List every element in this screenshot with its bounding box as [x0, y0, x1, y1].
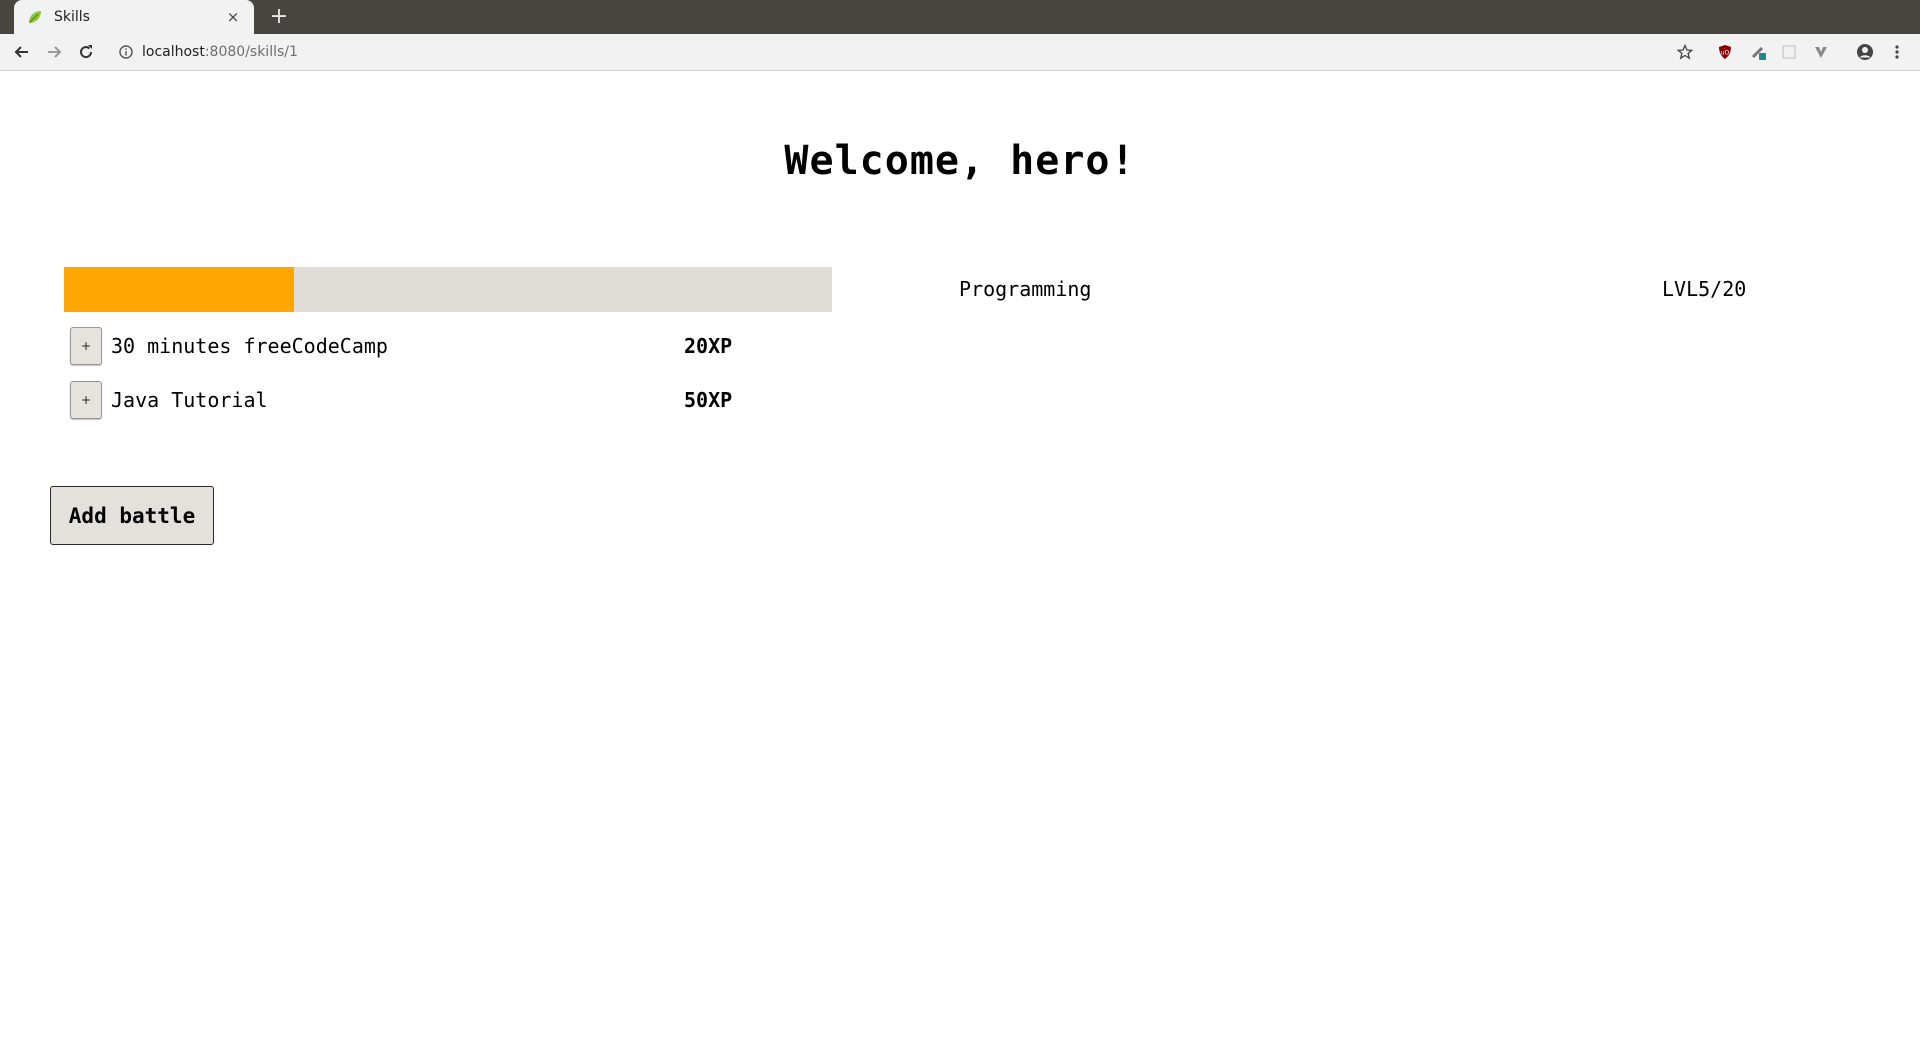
site-info-icon[interactable]	[118, 44, 134, 60]
reload-icon[interactable]	[74, 40, 98, 64]
skill-progress-bar	[64, 267, 832, 312]
url-text: localhost:8080/skills/1	[142, 44, 298, 60]
page-title: Welcome, hero!	[784, 138, 1136, 184]
skill-name: Programming	[959, 277, 1092, 301]
vivaldi-icon[interactable]	[1810, 41, 1832, 63]
star-icon[interactable]	[1674, 41, 1696, 63]
browser-tab[interactable]: Skills ×	[14, 0, 254, 34]
spring-leaf-icon	[26, 8, 44, 26]
back-arrow-icon[interactable]	[10, 40, 34, 64]
add-xp-button[interactable]: +	[70, 381, 102, 419]
add-battle-button[interactable]: Add battle	[50, 486, 214, 545]
new-tab-button[interactable]: +	[266, 4, 292, 30]
skill-row: Programming LVL5/20	[64, 267, 1864, 312]
task-xp: 20XP	[684, 334, 733, 358]
url-host: localhost	[142, 44, 205, 60]
url-path: :8080/skills/1	[204, 44, 298, 60]
ublock-icon[interactable]: uO	[1714, 41, 1736, 63]
extension-icon[interactable]	[1748, 41, 1770, 63]
skill-progress-fill	[64, 267, 295, 312]
extension-icon[interactable]	[1778, 41, 1800, 63]
task-item: + Java Tutorial 50XP	[70, 381, 770, 421]
account-icon[interactable]	[1854, 41, 1876, 63]
task-xp: 50XP	[684, 388, 733, 412]
menu-icon[interactable]	[1886, 41, 1908, 63]
tab-title: Skills	[54, 9, 90, 25]
address-bar[interactable]: localhost:8080/skills/1	[112, 38, 1672, 66]
task-name: 30 minutes freeCodeCamp	[111, 334, 388, 358]
browser-toolbar: localhost:8080/skills/1 uO	[0, 34, 1920, 71]
forward-arrow-icon[interactable]	[42, 40, 66, 64]
close-icon[interactable]: ×	[224, 8, 242, 26]
svg-text:uO: uO	[1721, 50, 1730, 57]
browser-tab-strip: Skills × +	[0, 0, 1920, 34]
add-xp-button[interactable]: +	[70, 327, 102, 365]
skill-level: LVL5/20	[1662, 277, 1747, 301]
task-name: Java Tutorial	[111, 388, 268, 412]
task-item: + 30 minutes freeCodeCamp 20XP	[70, 327, 770, 367]
